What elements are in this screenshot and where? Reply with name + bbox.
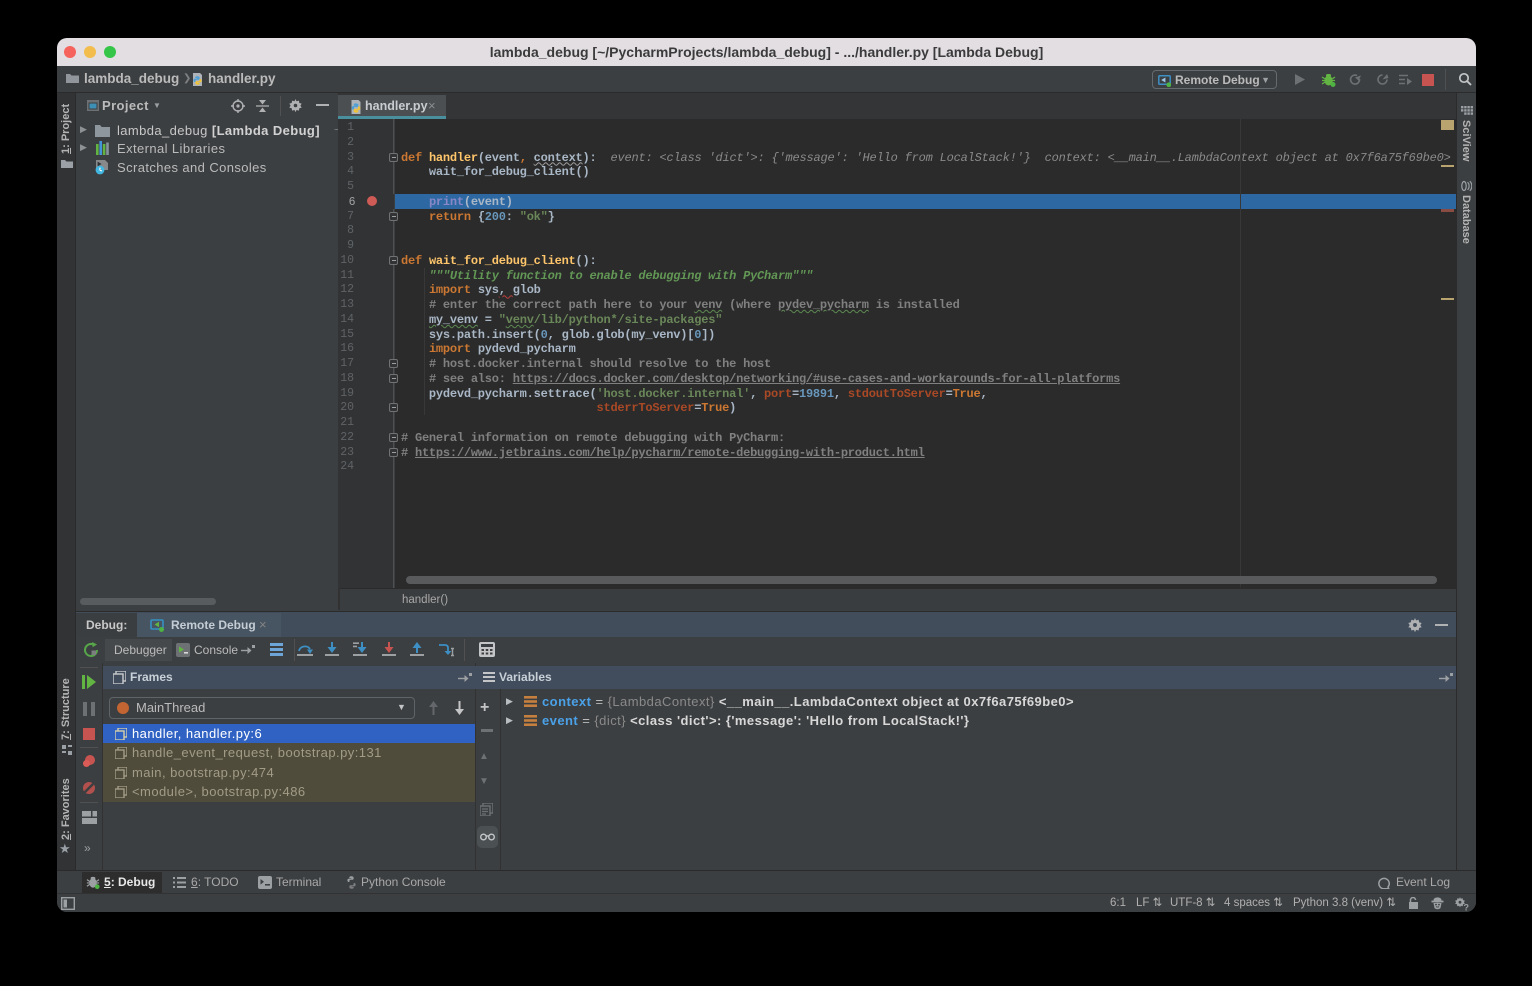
svg-text:?: ? [1464,903,1470,912]
